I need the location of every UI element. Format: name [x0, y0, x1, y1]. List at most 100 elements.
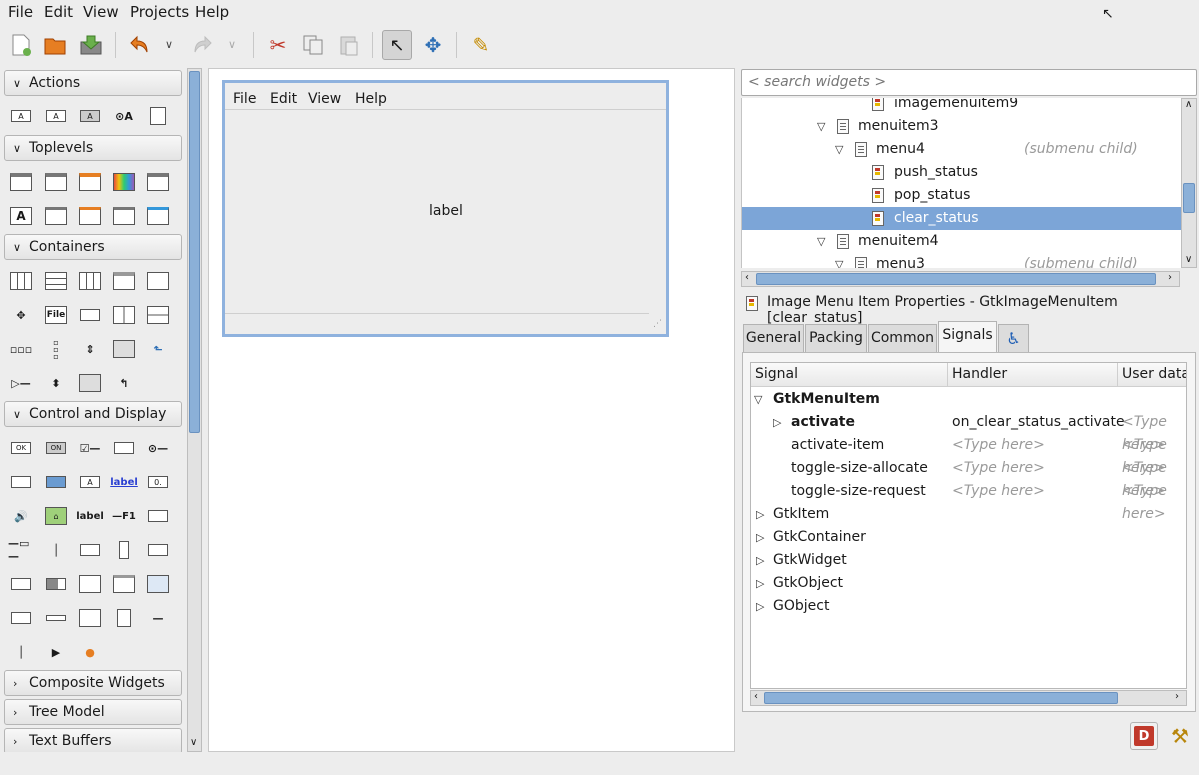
vpaned-icon[interactable] [145, 304, 171, 326]
menu-bar-icon[interactable]: File [43, 304, 69, 326]
radio-action-icon[interactable]: A [77, 105, 103, 127]
vline-icon[interactable]: │ [8, 641, 34, 663]
button-icon[interactable]: OK [8, 437, 34, 459]
devhelp-button[interactable]: D [1130, 722, 1158, 750]
palette-group-text-buffers[interactable]: › Text Buffers [4, 728, 182, 752]
dialog-icon[interactable] [43, 171, 69, 193]
design-menu-view[interactable]: View [308, 91, 341, 107]
input-dialog-icon[interactable] [43, 205, 69, 227]
design-menu-help[interactable]: Help [355, 91, 387, 107]
chevron-right-icon[interactable]: ▷ [756, 549, 764, 572]
scrolled-window-icon[interactable] [111, 338, 137, 360]
chevron-up-icon[interactable]: ∧ [1185, 99, 1192, 110]
viewport-icon[interactable]: ⬑ [145, 338, 171, 360]
chevron-right-icon[interactable]: › [1168, 272, 1172, 283]
vbox-icon[interactable] [43, 270, 69, 292]
menu-file[interactable]: File [8, 3, 33, 21]
action-icon[interactable]: A [8, 105, 34, 127]
hseparator-icon[interactable] [43, 607, 69, 629]
menu-edit[interactable]: Edit [44, 3, 73, 21]
color-button-icon[interactable] [43, 471, 69, 493]
tree-row[interactable]: imagemenuitem9 [742, 98, 1181, 115]
chevron-down-icon[interactable]: ∨ [190, 737, 197, 748]
palette-group-tree-model[interactable]: › Tree Model [4, 699, 182, 725]
text-lines-icon[interactable] [111, 607, 137, 629]
palette-group-control-display[interactable]: ∨ Control and Display [4, 401, 182, 427]
icon-view-icon[interactable] [145, 573, 171, 595]
scrollbar-thumb[interactable] [189, 71, 200, 433]
scrollbar-thumb[interactable] [1183, 183, 1195, 213]
entry-icon[interactable] [145, 505, 171, 527]
table-icon[interactable] [77, 270, 103, 292]
menu-view[interactable]: View [83, 3, 119, 21]
column-header-user-data[interactable]: User data [1118, 363, 1186, 387]
hbox-icon[interactable] [8, 270, 34, 292]
signal-row[interactable]: activate-item <Type here> <Type here> [751, 434, 1186, 476]
volume-button-icon[interactable]: 🔊 [8, 505, 34, 527]
handler-cell[interactable]: <Type here> [952, 480, 1045, 503]
tree-row[interactable]: ▽ menuitem3 [742, 115, 1181, 138]
new-project-button[interactable] [6, 30, 36, 60]
select-mode-button[interactable]: ↖ [382, 30, 412, 60]
tree-row[interactable]: ▽ menuitem4 [742, 230, 1181, 253]
link-button-icon[interactable]: label [110, 471, 138, 493]
hbuttonbox-icon[interactable]: ▫▫▫ [8, 338, 34, 360]
drawing-area-icon[interactable]: ● [77, 641, 103, 663]
signal-row[interactable]: toggle-size-request <Type here> <Type he… [751, 480, 1186, 522]
design-menu-edit[interactable]: Edit [270, 91, 297, 107]
toggle-action-icon[interactable]: A [43, 105, 69, 127]
message-dialog-icon[interactable] [77, 171, 103, 193]
arrow-icon[interactable]: ▶ [43, 641, 69, 663]
chevron-down-icon[interactable]: ▽ [817, 230, 825, 253]
tab-common[interactable]: Common [868, 324, 937, 352]
combo-box-icon[interactable] [145, 539, 171, 561]
redo-dropdown-icon[interactable]: ∨ [228, 38, 236, 51]
signal-row[interactable]: ▷ GtkContainer [751, 526, 1186, 549]
tab-signals[interactable]: Signals [938, 321, 997, 353]
palette-group-composite-widgets[interactable]: › Composite Widgets [4, 670, 182, 696]
scale-button-icon[interactable]: 0. [145, 471, 171, 493]
handler-cell[interactable]: <Type here> [952, 434, 1045, 457]
expander-icon[interactable]: ▷— [8, 372, 34, 394]
hscrollbar-icon[interactable] [77, 539, 103, 561]
palette-group-containers[interactable]: ∨ Containers [4, 234, 182, 260]
chevron-left-icon[interactable]: ‹ [745, 272, 749, 283]
chevron-down-icon[interactable]: ▽ [754, 388, 762, 411]
handler-cell[interactable]: <Type here> [952, 457, 1045, 480]
recent-chooser-dialog-icon[interactable] [111, 205, 137, 227]
tree-row[interactable]: push_status [742, 161, 1181, 184]
chevron-right-icon[interactable]: ▷ [756, 503, 764, 526]
column-header-signal[interactable]: Signal [751, 363, 948, 387]
column-header-handler[interactable]: Handler [948, 363, 1118, 387]
signals-hscrollbar[interactable]: ‹ › [750, 690, 1187, 706]
open-button[interactable] [40, 30, 70, 60]
calendar-icon[interactable] [77, 607, 103, 629]
accel-label-icon[interactable]: —F1 [111, 505, 137, 527]
window-icon[interactable] [8, 171, 34, 193]
vscrollbar-icon[interactable] [111, 539, 137, 561]
copy-button[interactable] [298, 30, 328, 60]
toolbar-icon[interactable] [77, 304, 103, 326]
resize-grip-icon[interactable]: ⋰ [653, 319, 662, 329]
chevron-right-icon[interactable]: › [1175, 691, 1179, 702]
tree-hscrollbar[interactable]: ‹ › [741, 271, 1180, 287]
image-icon[interactable]: ⌂ [43, 505, 69, 527]
spin-button-icon[interactable] [111, 437, 137, 459]
label-icon[interactable]: label [76, 505, 104, 527]
font-button-icon[interactable]: A [77, 471, 103, 493]
check-button-icon[interactable]: ☑— [77, 437, 103, 459]
clear-button[interactable]: ⚒ [1166, 722, 1194, 750]
notebook-icon[interactable] [111, 270, 137, 292]
file-dialog-icon[interactable] [145, 171, 171, 193]
chevron-right-icon[interactable]: ▷ [773, 411, 781, 434]
radio-button-icon[interactable]: ⊙— [145, 437, 171, 459]
chevron-left-icon[interactable]: ‹ [754, 691, 758, 702]
paste-button[interactable] [334, 30, 364, 60]
chevron-down-icon[interactable]: ▽ [817, 115, 825, 138]
designed-window[interactable]: File Edit View Help label ⋰ [222, 80, 669, 337]
cut-button[interactable]: ✂ [263, 30, 293, 60]
menu-projects[interactable]: Projects [130, 3, 189, 21]
alignment-icon[interactable]: ⬍ [43, 372, 69, 394]
handler-cell[interactable]: on_clear_status_activate [952, 411, 1125, 434]
chevron-right-icon[interactable]: ▷ [756, 572, 764, 595]
